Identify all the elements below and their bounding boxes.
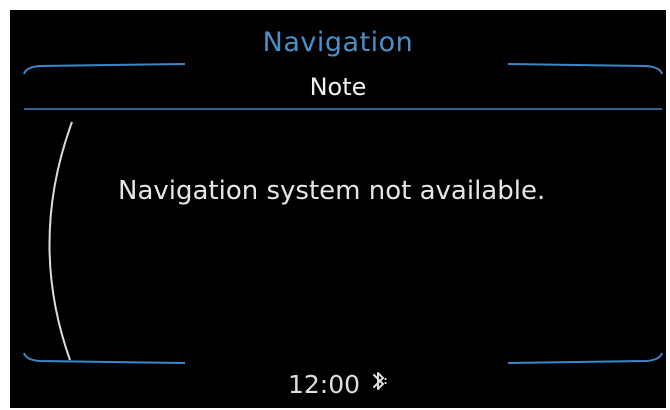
screen-title: Navigation bbox=[262, 27, 414, 58]
display-screen: Navigation Note Navigation system not av… bbox=[10, 10, 666, 408]
frame-decoration bbox=[23, 63, 663, 364]
bottom-right-bracket bbox=[507, 352, 663, 364]
bottom-left-bracket bbox=[23, 352, 186, 364]
notice-message: Navigation system not available. bbox=[118, 176, 546, 206]
screen-subtitle: Note bbox=[309, 73, 367, 101]
status-bar: 12:00 bbox=[10, 368, 666, 401]
clock: 12:00 bbox=[288, 370, 361, 399]
bluetooth-icon bbox=[370, 369, 388, 401]
scroll-arc bbox=[48, 121, 73, 361]
